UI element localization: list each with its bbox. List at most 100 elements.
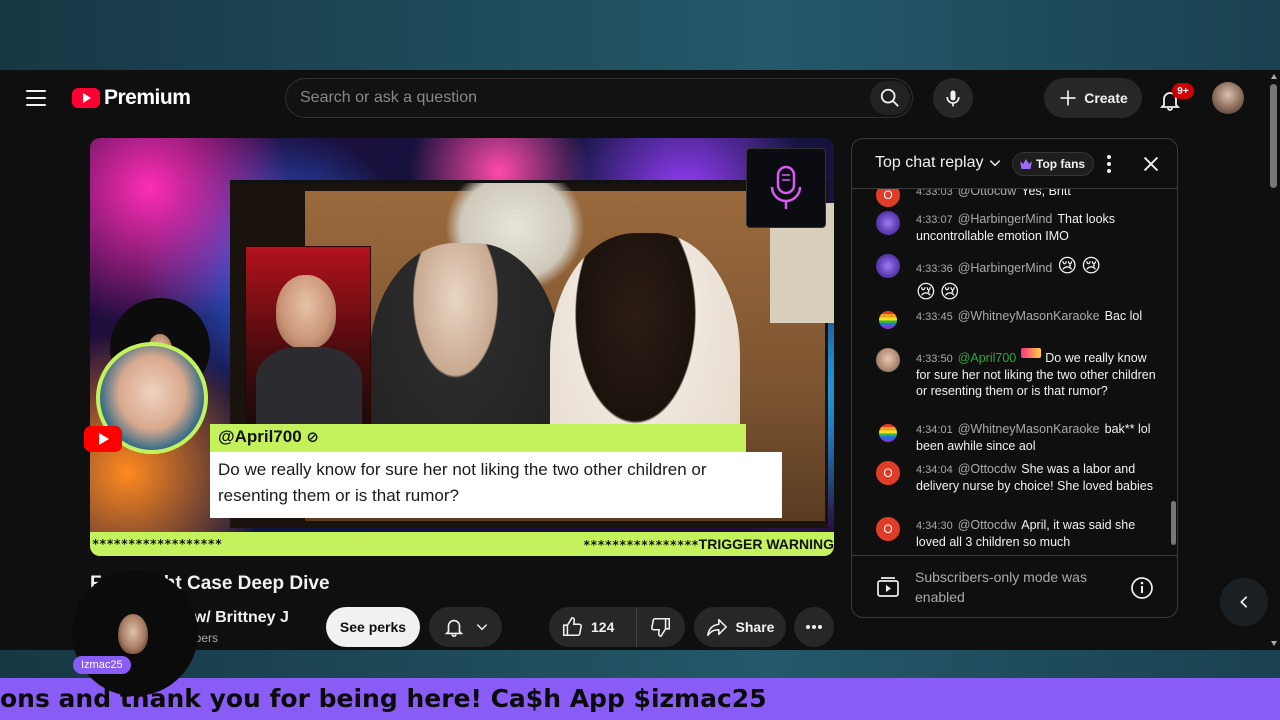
trigger-warning-tape: ****************** ****************TRIGG… [90,532,834,556]
featured-chat-username: @April700 ⊘ [210,424,746,452]
thumbs-down-icon [651,617,671,637]
masthead: Premium Create 9+ [0,70,1268,126]
crying-face-emoji: 😢 [1081,256,1101,277]
menu-button[interactable] [20,84,52,112]
message-timestamp: 4:33:45 [916,311,953,323]
author-avatar [876,254,900,278]
top-fans-chip[interactable]: Top fans [1012,152,1095,176]
search-input[interactable] [300,79,860,117]
chat-header: Top chat replay Top fans [852,139,1177,189]
share-arrow-icon [706,618,727,637]
chat-message[interactable]: O 4:33:03 @Ottocdw Yes, Britt [876,189,1156,207]
author-avatar: O [876,189,900,207]
info-icon [1131,577,1153,599]
menu-line [26,90,46,92]
message-timestamp: 4:34:30 [916,520,953,532]
chat-message[interactable]: 4:34:01 @WhitneyMasonKaraoke bak** lol bee… [876,421,1156,454]
voice-search-button[interactable] [933,78,973,118]
chat-message[interactable]: 4:33:50 @April700 Do we really know for su… [876,348,1156,399]
crying-face-emoji: 😢 [1057,256,1078,277]
youtube-app: Premium Create 9+ [0,70,1280,650]
youtube-logo[interactable]: Premium [72,86,191,110]
author-avatar [876,421,900,445]
author-avatar [876,348,900,372]
chat-footer: Subscribers-only mode was enabled [852,555,1177,617]
like-button[interactable]: 124 [549,607,637,647]
close-icon [1143,156,1159,172]
chevron-down-icon [476,624,487,631]
chat-message[interactable]: O 4:34:04 @Ottocdw She was a labor and del… [876,461,1156,494]
chat-mode-dropdown[interactable]: Top chat replay [875,154,1002,172]
message-author[interactable]: @WhitneyMasonKaraoke [958,422,1100,436]
host-inset-video [245,246,371,427]
streamer-name-tag: Izmac25 [73,656,131,674]
chat-message[interactable]: 4:33:36 @HarbingerMind 😢 😢 😢 😢 [876,254,1156,306]
host-head [276,275,336,349]
message-author[interactable]: @WhitneyMasonKaraoke [958,309,1100,323]
featured-chat-message: Do we really know for sure her not likin… [210,452,782,518]
featured-chat-card: @April700 ⊘ Do we really know for sure h… [210,424,782,518]
message-author[interactable]: @Ottocdw [958,518,1017,532]
message-author[interactable]: @HarbingerMind [958,261,1053,275]
chat-scrollbar[interactable] [1171,189,1177,555]
share-label: Share [735,619,775,635]
see-perks-button[interactable]: See perks [326,607,420,647]
chat-message[interactable]: O 4:34:30 @Ottocdw April, it was said she … [876,517,1156,550]
video-player[interactable]: @April700 ⊘ Do we really know for sure h… [90,138,834,556]
author-avatar: O [876,517,900,541]
crown-icon [1020,159,1032,169]
close-chat-button[interactable] [1140,153,1162,175]
message-timestamp: 4:34:04 [916,464,953,476]
live-chat-panel: Top chat replay Top fans O 4:33:03 @Ottoc… [851,138,1178,618]
share-button[interactable]: Share [694,607,786,647]
tape-warning: ****************TRIGGER WARNING [583,536,834,552]
message-timestamp: 4:33:50 [916,353,953,365]
chat-scrollbar-thumb[interactable] [1171,501,1176,545]
message-timestamp: 4:33:07 [916,214,953,226]
stream-ticker: ons and thank you for being here! Ca$h A… [0,678,1280,720]
author-avatar [876,211,900,235]
chat-messages-list[interactable]: O 4:33:03 @Ottocdw Yes, Britt 4:33:07 @Harb… [852,189,1177,555]
message-author[interactable]: @Ottocdw [958,462,1017,476]
menu-line [26,104,46,106]
bell-icon [444,619,463,637]
create-button[interactable]: Create [1044,78,1142,118]
account-avatar[interactable] [1212,82,1244,114]
crying-face-emoji: 😢 [916,282,936,303]
like-dislike-group: 124 [549,607,685,647]
chat-mode-label: Top chat replay [875,154,984,171]
chat-message[interactable]: 4:33:07 @HarbingerMind That looks uncontro… [876,211,1156,244]
message-author[interactable]: @HarbingerMind [958,212,1053,226]
kebab-dot [1107,169,1111,173]
collapse-panel-button[interactable] [1220,578,1268,626]
more-horizontal-icon [806,625,822,629]
page-scrollbar[interactable] [1268,70,1280,650]
podcast-microphone-icon [770,165,802,209]
message-timestamp: 4:33:03 [916,189,953,198]
search-button[interactable] [870,81,910,115]
author-avatar: O [876,461,900,485]
chat-options-button[interactable] [1099,154,1119,174]
chevron-left-icon [1240,596,1248,608]
crying-face-emoji: 😢 [939,282,960,303]
subscribers-only-notice: Subscribers-only mode was enabled [915,569,1087,605]
dislike-button[interactable] [637,607,685,647]
info-button[interactable] [1130,576,1154,600]
member-badge-icon [1021,348,1042,358]
message-author[interactable]: @Ottocdw [958,189,1017,198]
subscription-notifications-button[interactable] [429,607,502,647]
message-author[interactable]: @April700 [958,351,1017,365]
host-body [256,347,362,427]
scroll-up-arrow-icon[interactable] [1271,74,1277,79]
more-actions-button[interactable] [794,607,834,647]
create-label: Create [1084,90,1128,106]
plus-icon [1060,90,1076,106]
like-count: 124 [591,619,615,635]
kebab-dot [1107,162,1111,166]
trigger-warning-label: TRIGGER WARNING [698,536,834,552]
page-scrollbar-thumb[interactable] [1270,84,1277,188]
kebab-dot [1107,155,1111,159]
scroll-down-arrow-icon[interactable] [1271,641,1277,646]
message-timestamp: 4:33:36 [916,263,953,275]
chat-message[interactable]: 4:33:45 @WhitneyMasonKaraoke Bac lol [876,308,1156,332]
